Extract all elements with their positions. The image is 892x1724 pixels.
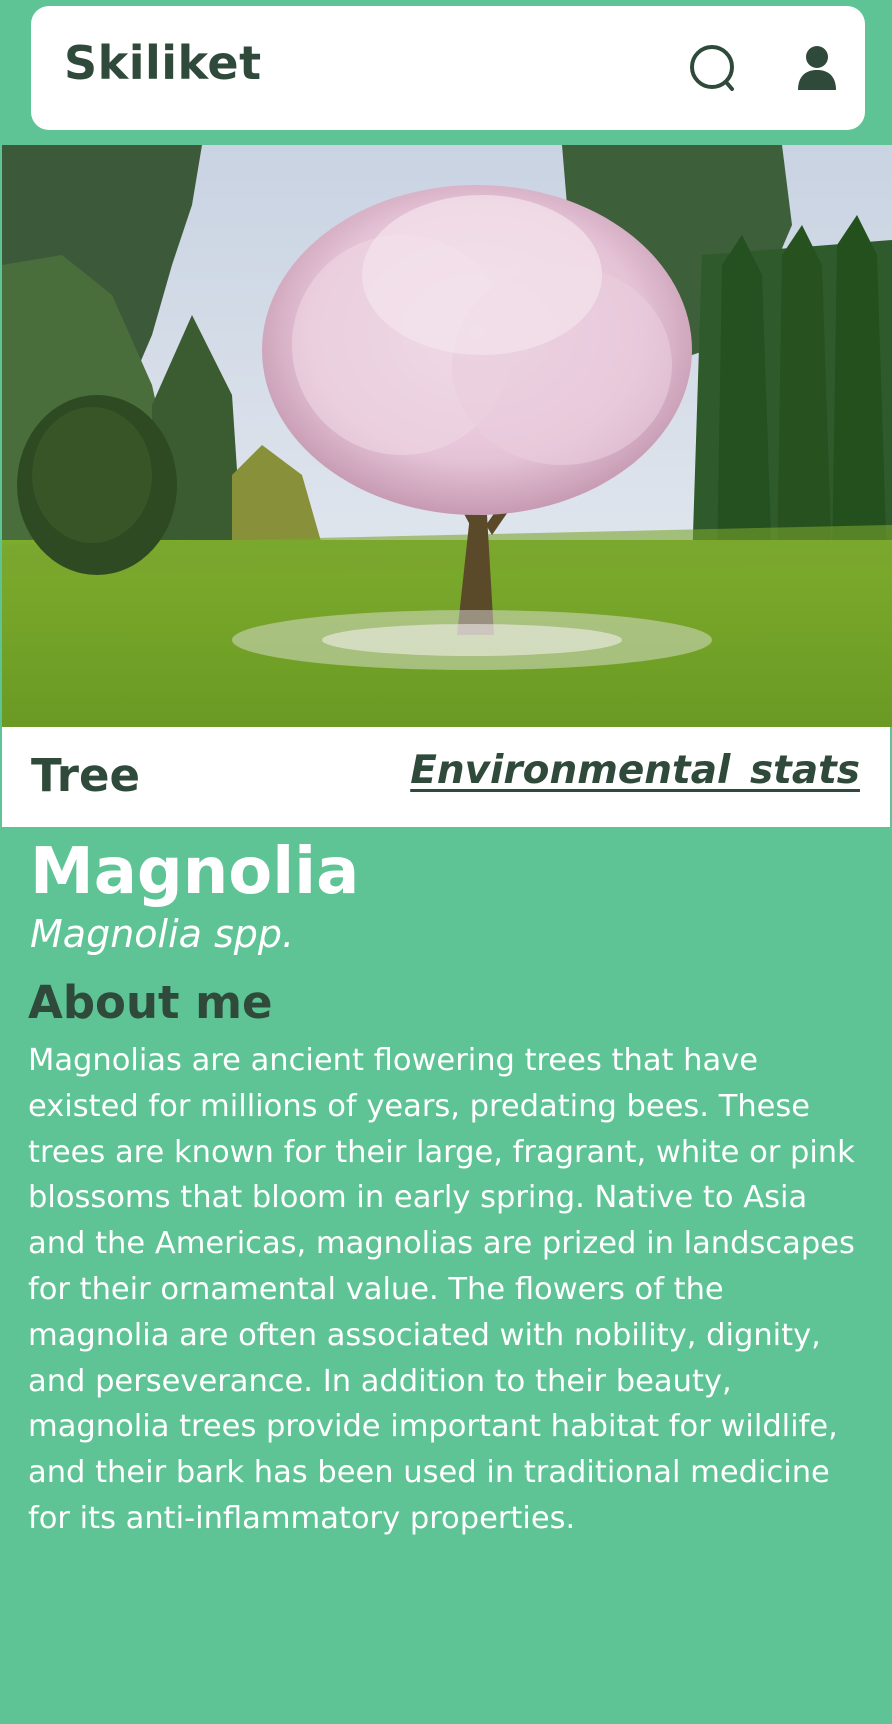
plant-type-label: Tree (31, 749, 140, 802)
plant-name: Magnolia (30, 835, 360, 909)
app-title: Skiliket (64, 36, 262, 90)
account-icon[interactable] (791, 42, 843, 94)
info-bar: Tree Environmental stats (2, 727, 890, 827)
search-icon[interactable] (687, 42, 743, 98)
hero-image (2, 145, 892, 727)
about-heading: About me (28, 976, 273, 1029)
scientific-name: Magnolia spp. (30, 912, 295, 956)
plant-description: Magnolias are ancient flowering trees th… (28, 1043, 855, 1536)
top-app-bar: Skiliket (31, 6, 865, 130)
environmental-stats-link[interactable]: Environmental stats (410, 751, 860, 790)
